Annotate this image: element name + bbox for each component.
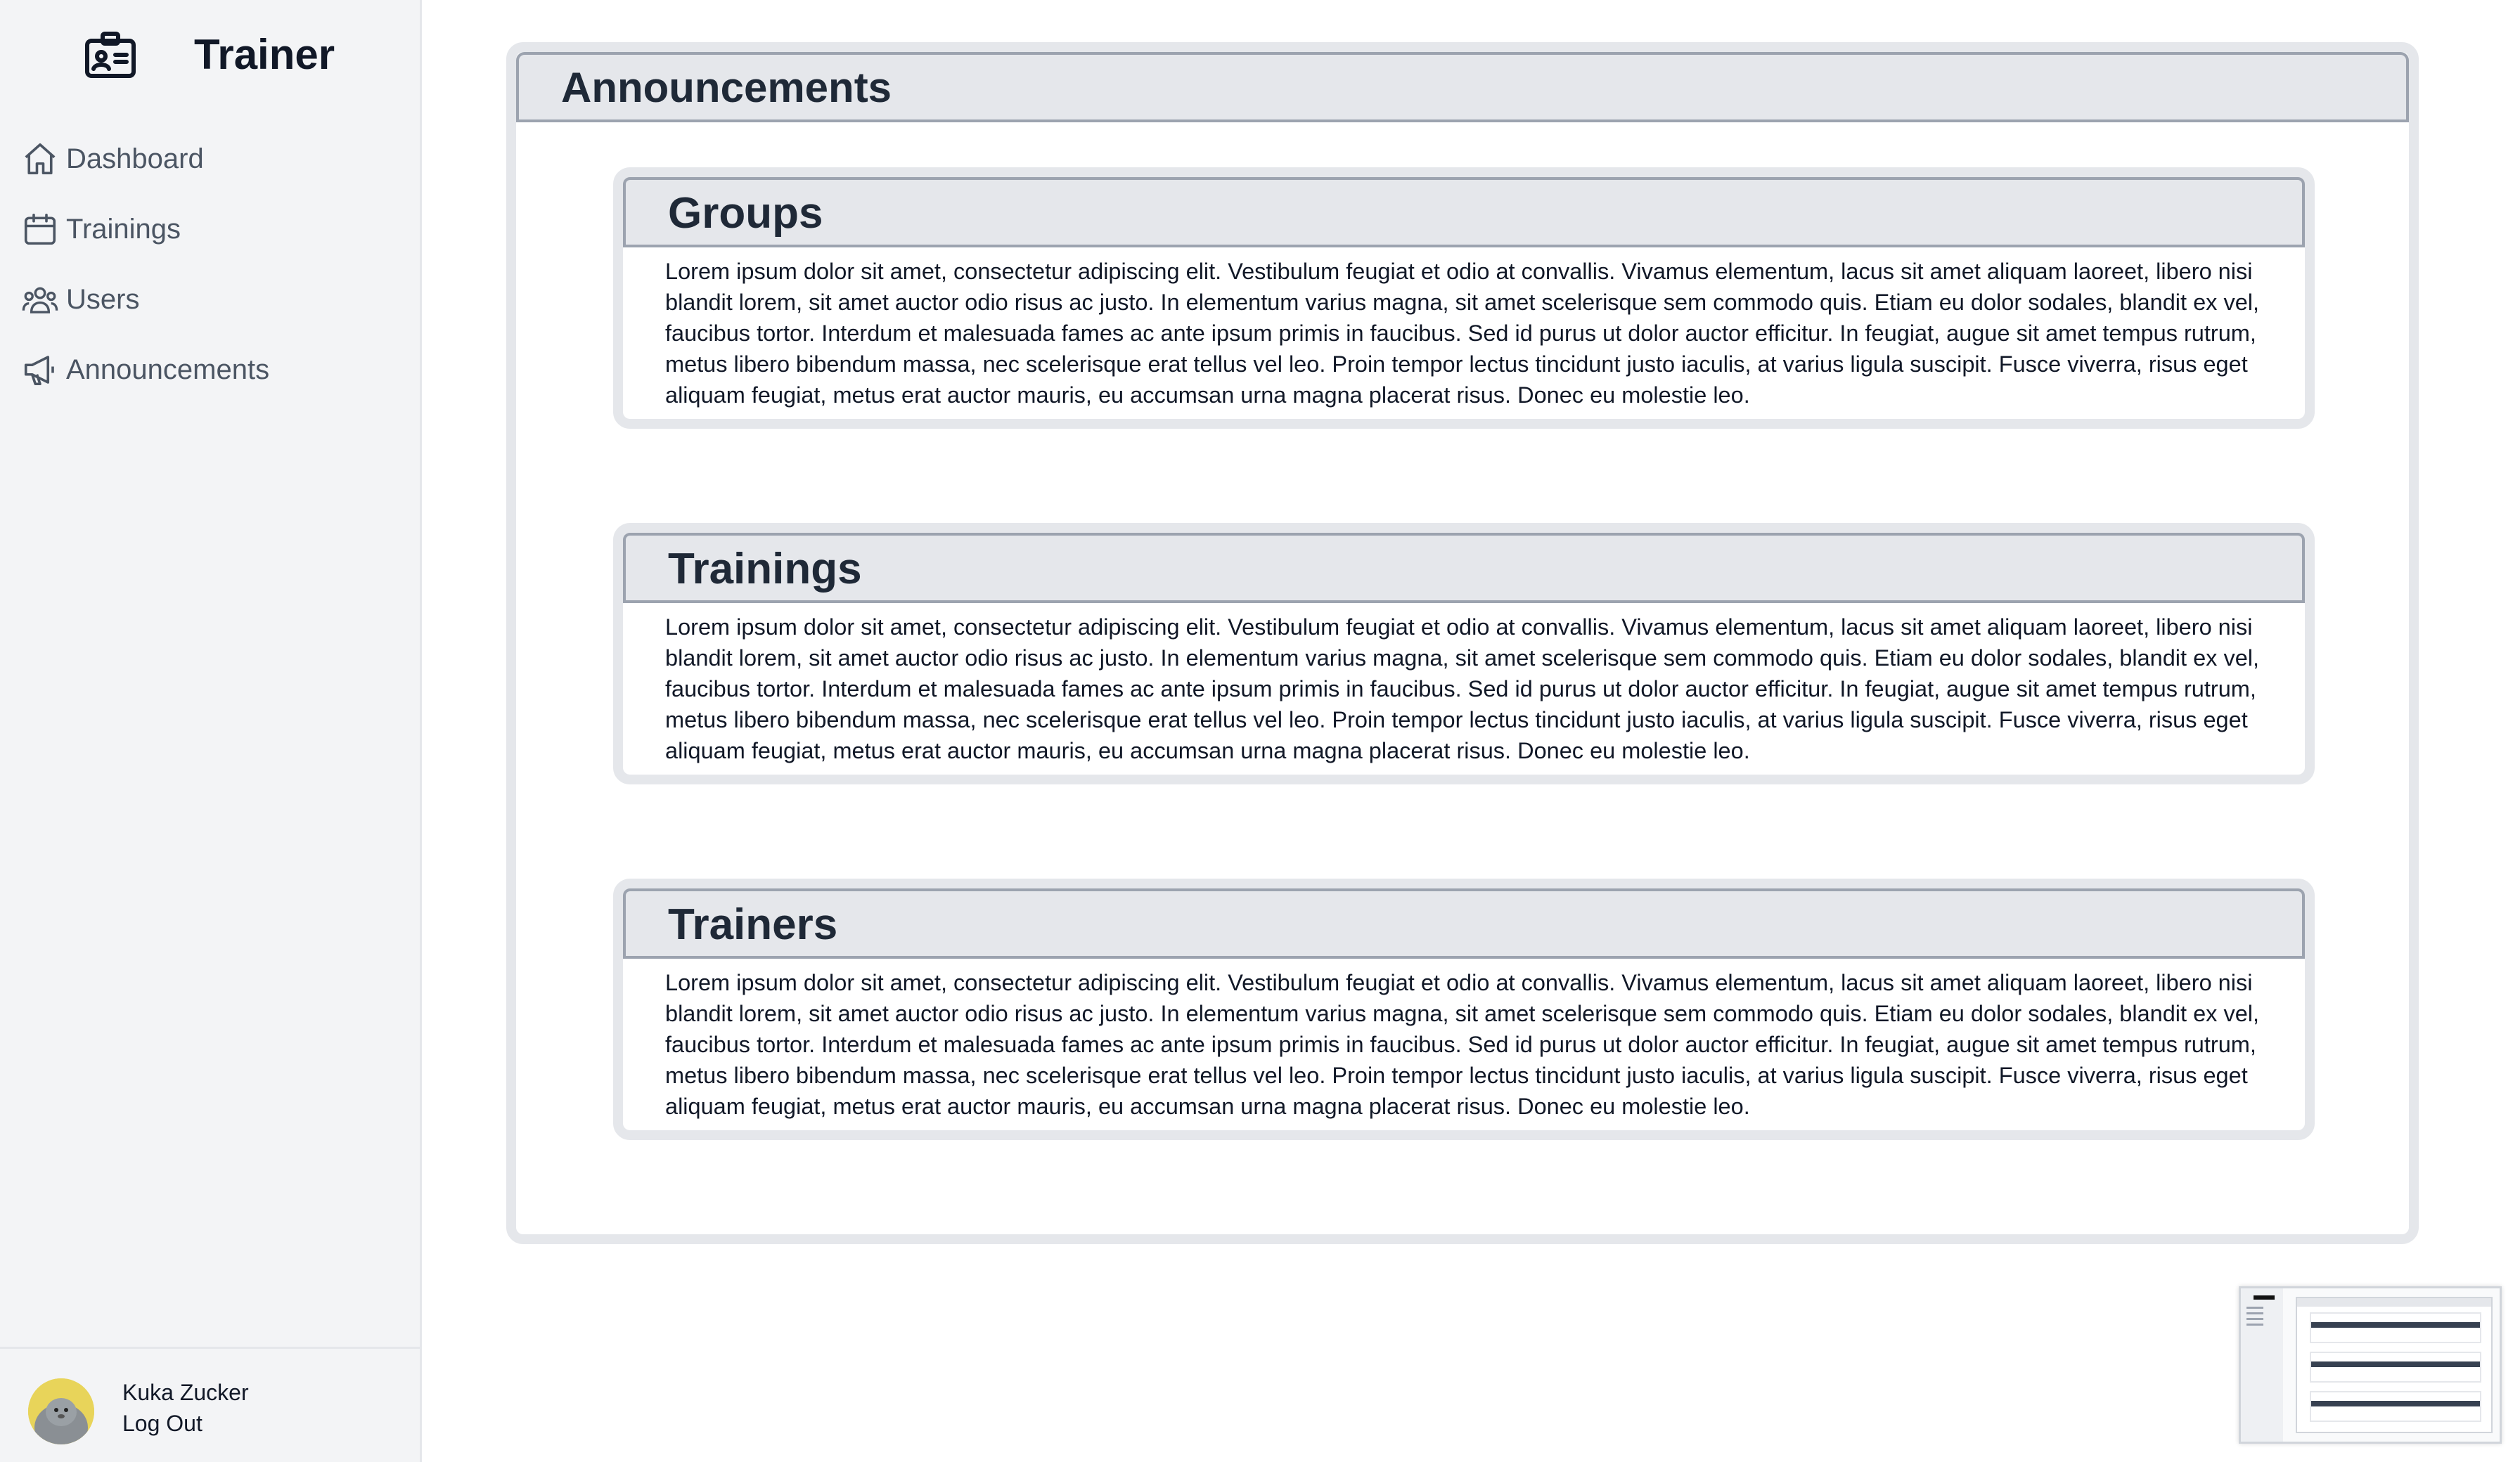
card-body: Lorem ipsum dolor sit amet, consectetur … <box>665 259 2260 408</box>
sidebar-item-announcements[interactable]: Announcements <box>21 335 401 405</box>
minimap-bar <box>2311 1361 2480 1367</box>
sidebar-item-label: Users <box>66 283 140 315</box>
avatar-image <box>28 1378 94 1444</box>
id-badge-icon <box>85 32 136 78</box>
sidebar-item-trainings[interactable]: Trainings <box>21 194 401 264</box>
sidebar-item-label: Dashboard <box>66 143 204 174</box>
sidebar-item-label: Trainings <box>66 213 181 245</box>
minimap-panel <box>2296 1297 2493 1433</box>
card-title: Trainers <box>668 900 838 949</box>
card-header: Trainings <box>623 533 2305 603</box>
minimap-thumbnail[interactable] <box>2239 1286 2502 1444</box>
card-header: Groups <box>623 177 2305 247</box>
minimap-title <box>2254 1295 2275 1300</box>
card-title: Groups <box>668 189 823 238</box>
brand[interactable]: Trainer <box>84 25 335 84</box>
user-panel: Kuka Zucker Log Out <box>0 1347 422 1462</box>
minimap-line <box>2246 1312 2263 1314</box>
card-body: Lorem ipsum dolor sit amet, consectetur … <box>665 614 2260 763</box>
page-title: Announcements <box>561 64 892 111</box>
panel-header: Announcements <box>516 52 2409 122</box>
users-icon <box>22 287 58 313</box>
app-title: Trainer <box>194 31 335 78</box>
minimap-block <box>2310 1312 2481 1343</box>
card-body: Lorem ipsum dolor sit amet, consectetur … <box>665 970 2260 1119</box>
sidebar-nav: Dashboard Trainings Users Announcements <box>21 124 401 405</box>
logout-link[interactable]: Log Out <box>122 1411 202 1437</box>
minimap-line <box>2246 1307 2263 1309</box>
megaphone-icon <box>24 356 54 386</box>
minimap-bar <box>2311 1322 2480 1328</box>
sidebar-item-users[interactable]: Users <box>21 264 401 335</box>
user-name: Kuka Zucker <box>122 1380 249 1405</box>
sidebar-item-label: Announcements <box>66 354 270 385</box>
minimap-block <box>2310 1391 2481 1422</box>
minimap-block <box>2310 1352 2481 1383</box>
calendar-icon <box>24 213 56 245</box>
home-icon <box>25 143 56 175</box>
minimap-sidebar <box>2241 1288 2283 1442</box>
sidebar: Trainer Dashboard Trainings Users Announ… <box>0 0 422 1462</box>
minimap-line <box>2246 1324 2263 1326</box>
sidebar-item-dashboard[interactable]: Dashboard <box>21 124 401 194</box>
minimap-line <box>2246 1318 2263 1320</box>
card-title: Trainings <box>668 545 862 593</box>
minimap-bar <box>2311 1401 2480 1406</box>
announcement-card-groups: Groups Lorem ipsum dolor sit amet, conse… <box>613 167 2315 429</box>
announcement-card-trainers: Trainers Lorem ipsum dolor sit amet, con… <box>613 879 2315 1140</box>
card-header: Trainers <box>623 888 2305 959</box>
minimap-header <box>2297 1298 2491 1307</box>
announcements-panel: Announcements Groups Lorem ipsum dolor s… <box>506 42 2419 1244</box>
avatar[interactable] <box>28 1378 94 1444</box>
announcement-card-trainings: Trainings Lorem ipsum dolor sit amet, co… <box>613 523 2315 784</box>
